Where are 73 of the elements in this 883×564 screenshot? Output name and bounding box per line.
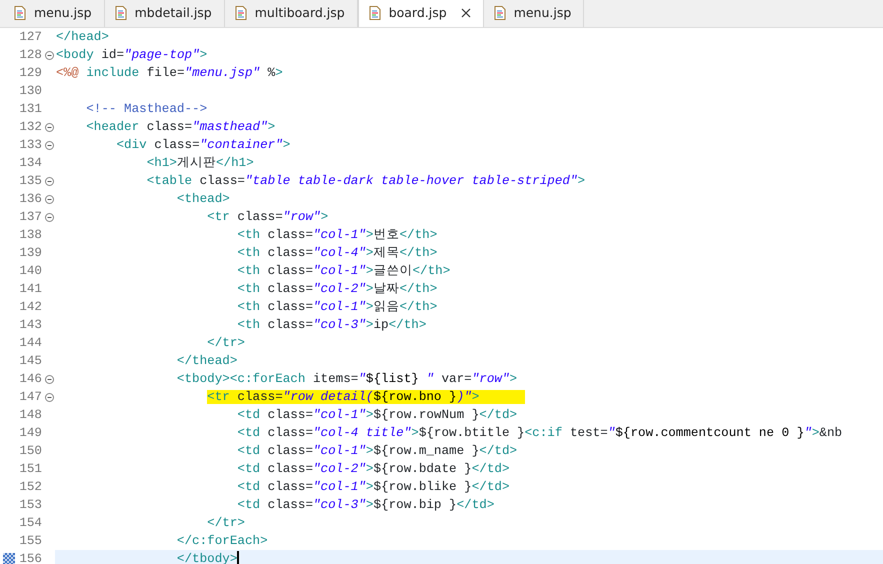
code-line: <tr class="row"> <box>207 210 328 224</box>
code-line: <th class="col-1">글쓴이</th> <box>237 264 450 278</box>
code-line: <table class="table table-dark table-hover table-striped"> <box>146 174 586 188</box>
code-line: <header class="masthead"> <box>86 120 276 134</box>
collapse-icon[interactable] <box>44 374 54 384</box>
line-number: 147 <box>18 389 43 406</box>
line-number: 152 <box>18 479 43 496</box>
text-cursor <box>237 550 239 564</box>
collapse-icon[interactable] <box>44 212 54 222</box>
code-line: <th class="col-1">번호</th> <box>237 228 438 242</box>
code-line: <tbody><c:forEach items="${list} " var="row"> <box>176 372 518 386</box>
line-number: 154 <box>18 515 43 532</box>
code-line: <h1>게시판</h1> <box>146 156 254 170</box>
code-line: <%@ include file="menu.jsp" %> <box>56 66 283 80</box>
file-icon <box>114 6 127 20</box>
line-number: 130 <box>18 83 43 100</box>
code-line: </tr> <box>207 336 245 350</box>
code-line: <th class="col-4">제목</th> <box>237 246 438 260</box>
line-number: 135 <box>18 173 43 190</box>
line-number: 141 <box>18 281 43 298</box>
line-number: 133 <box>18 137 43 154</box>
line-number: 150 <box>18 443 43 460</box>
line-number: 143 <box>18 317 43 334</box>
code-line: <th class="col-3">ip</th> <box>237 318 426 332</box>
line-number: 132 <box>18 119 43 136</box>
code-line: </tr> <box>207 516 245 530</box>
code-line: <td class="col-1">${row.m_name }</td> <box>237 444 518 458</box>
line-number: 145 <box>18 353 43 370</box>
code-line: <td class="col-1">${row.blike }</td> <box>237 480 510 494</box>
collapse-icon[interactable] <box>44 194 54 204</box>
file-icon <box>234 6 247 20</box>
line-number: 140 <box>18 263 43 280</box>
close-icon[interactable] <box>460 8 471 18</box>
file-icon <box>14 6 26 20</box>
file-icon <box>368 6 381 20</box>
collapse-icon[interactable] <box>44 392 54 402</box>
code-line: <td class="col-2">${row.bdate }</td> <box>237 462 510 476</box>
line-number: 134 <box>18 155 43 172</box>
code-line: <th class="col-1">읽음</th> <box>237 300 438 314</box>
line-number: 151 <box>18 461 43 478</box>
line-number: 138 <box>18 227 43 244</box>
line-number: 142 <box>18 299 43 316</box>
editor-tab[interactable]: board.jsp <box>358 0 484 27</box>
code-line: <td class="col-3">${row.bip }</td> <box>237 498 494 512</box>
line-number: 148 <box>18 407 43 424</box>
line-number: 153 <box>18 497 43 514</box>
line-number: 139 <box>18 245 43 262</box>
code-line: <div class="container"> <box>116 138 290 152</box>
code-line: <thead> <box>176 192 230 206</box>
code-line: <th class="col-2">날짜</th> <box>237 282 438 296</box>
collapse-icon[interactable] <box>44 140 54 150</box>
code-line: </c:forEach> <box>176 534 268 548</box>
line-number: 149 <box>18 425 43 442</box>
code-line: </thead> <box>176 354 238 368</box>
line-number: 128 <box>18 47 43 64</box>
line-number: 155 <box>18 533 43 550</box>
code-line: <body id="page-top"> <box>56 48 208 62</box>
code-line: <td class="col-4 title">${row.btitle }<c:if test="${row.commentcount ne 0 }">&nb <box>237 426 842 440</box>
line-number: 146 <box>18 371 43 388</box>
code-line: </head> <box>56 30 109 44</box>
collapse-icon[interactable] <box>44 122 54 132</box>
file-icon <box>494 6 506 20</box>
line-number: 136 <box>18 191 43 208</box>
line-number: 144 <box>18 335 43 352</box>
line-number: 137 <box>18 209 43 226</box>
collapse-icon[interactable] <box>44 50 54 60</box>
collapse-icon[interactable] <box>44 176 54 186</box>
line-number: 131 <box>18 101 43 118</box>
line-number: 156 <box>18 551 43 564</box>
line-number: 129 <box>18 65 43 82</box>
code-line: <td class="col-1">${row.rowNum }</td> <box>237 408 518 422</box>
code-line: <!-- Masthead--> <box>86 102 208 116</box>
line-number: 127 <box>18 29 43 46</box>
